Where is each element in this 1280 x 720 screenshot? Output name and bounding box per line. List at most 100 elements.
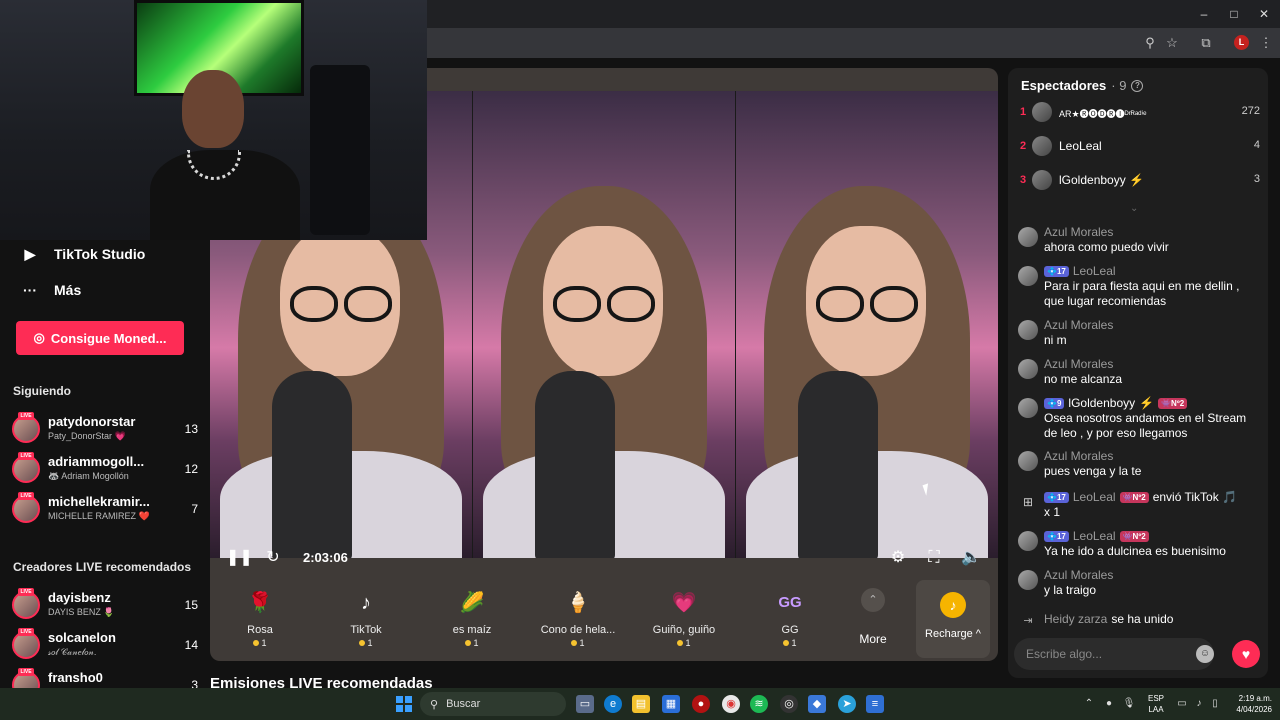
chrome-icon[interactable]: ◉ bbox=[722, 695, 740, 713]
app-icon[interactable]: ◆ bbox=[808, 695, 826, 713]
recharge-button[interactable]: ♪ Recharge ^ bbox=[916, 580, 990, 658]
live-badge: LIVE bbox=[18, 492, 34, 500]
language-indicator[interactable]: ESP LAA bbox=[1148, 693, 1164, 715]
chat-message: Azul Morales ahora como puedo vivir bbox=[1018, 225, 1258, 259]
left-sidebar: ▶ TikTok Studio ··· Más ◎ Consigue Moned… bbox=[0, 240, 210, 688]
join-notice: ⇥ Heidy zarza se ha unido bbox=[1018, 610, 1258, 628]
chat-input-box: ☺ bbox=[1014, 638, 1214, 670]
chevron-down-icon[interactable]: ⌄ bbox=[1130, 203, 1138, 214]
gift-es-maiz[interactable]: 🌽 es maíz 1 bbox=[422, 588, 522, 654]
recommended-account[interactable]: LIVE dayisbenz DAYIS BENZ 🌷 15 bbox=[12, 588, 198, 622]
following-account[interactable]: LIVE michellekramir... MICHELLE RAMIREZ … bbox=[12, 492, 198, 526]
viewer-rank-row[interactable]: 3 lGoldenboyy ⚡ 3 bbox=[1020, 170, 1260, 192]
chat-message: 💠9 lGoldenboyy ⚡ 👾Nº2 Osea nosotros andamos… bbox=[1018, 396, 1258, 444]
avatar bbox=[1032, 102, 1052, 122]
sidebar-item-label: TikTok Studio bbox=[54, 246, 146, 262]
recommended-account[interactable]: LIVE solcanelon 𝓈𝑜𝓁 𝒞𝒶𝓃𝑒𝓁𝑜𝓃. 14 bbox=[12, 628, 198, 662]
live-badge: LIVE bbox=[18, 628, 34, 636]
following-heading: Siguiendo bbox=[13, 384, 71, 398]
app-icon[interactable]: ● bbox=[692, 695, 710, 713]
gift-tiktok[interactable]: ♪ TikTok 1 bbox=[316, 588, 416, 654]
recommended-creators-heading: Creadores LIVE recomendados bbox=[13, 560, 192, 574]
tray-app-icon[interactable]: ● bbox=[1102, 697, 1116, 711]
help-icon[interactable]: ? bbox=[1131, 79, 1144, 92]
chevron-up-icon[interactable]: ⌃ bbox=[1082, 697, 1096, 711]
telegram-icon[interactable]: ➤ bbox=[838, 695, 856, 713]
rose-icon: 🌹 bbox=[247, 592, 273, 614]
gift-rosa[interactable]: 🌹 Rosa 1 bbox=[210, 588, 310, 654]
gift-gg[interactable]: GG GG 1 bbox=[740, 588, 840, 654]
sidebar-item-more[interactable]: ··· Más bbox=[22, 279, 81, 301]
corn-icon: 🌽 bbox=[459, 592, 485, 614]
streamer-webcam-overlay bbox=[0, 0, 427, 240]
live-badge: LIVE bbox=[18, 452, 34, 460]
clock[interactable]: 2:19 a.m. 4/04/2026 bbox=[1228, 693, 1272, 715]
emoji-icon[interactable]: ☺ bbox=[1196, 645, 1214, 663]
tiktok-coin-icon: ♪ bbox=[940, 592, 966, 618]
coin-icon: ◎ bbox=[33, 330, 45, 345]
notepad-icon[interactable]: ≡ bbox=[866, 695, 884, 713]
avatar bbox=[1018, 266, 1038, 286]
volume-icon[interactable]: ♪ bbox=[1192, 697, 1206, 711]
gift-cono-de-helado[interactable]: 🍦 Cono de hela... 1 bbox=[528, 588, 628, 654]
pause-button[interactable]: ❚❚ bbox=[226, 547, 253, 569]
studio-icon: ▶ bbox=[24, 245, 36, 262]
viewer-rank-row[interactable]: 1 AR★🅡🅞🅓🅡🅘ᴰʳᴿᵃᵈⁱᵉ 272 bbox=[1020, 102, 1260, 124]
live-badge: LIVE bbox=[18, 412, 34, 420]
sidebar-item-label: Más bbox=[54, 282, 82, 298]
refresh-button[interactable]: ↻ bbox=[262, 547, 284, 569]
bookmark-star-icon[interactable]: ☆ bbox=[1163, 34, 1181, 52]
close-window-button[interactable]: ✕ bbox=[1254, 4, 1274, 24]
network-icon[interactable]: ▭ bbox=[1175, 697, 1189, 711]
chat-input[interactable] bbox=[1026, 646, 1186, 662]
microphone-icon[interactable]: 🎙 bbox=[1122, 697, 1136, 711]
obs-icon[interactable]: ◎ bbox=[780, 695, 798, 713]
viewer-rank-row[interactable]: 2 LeoLeal 4 bbox=[1020, 136, 1260, 158]
maximize-button[interactable]: □ bbox=[1224, 4, 1244, 24]
get-coins-button[interactable]: ◎ Consigue Moned... bbox=[16, 321, 184, 355]
chat-message: Azul Morales pues venga y la te bbox=[1018, 449, 1258, 483]
following-account[interactable]: LIVE adriammogoll... 🦝 Adriam Mogollón 1… bbox=[12, 452, 198, 486]
sidebar-item-tiktok-studio[interactable]: ▶ TikTok Studio bbox=[22, 243, 146, 265]
minimize-button[interactable]: – bbox=[1194, 4, 1214, 24]
avatar bbox=[1018, 531, 1038, 551]
avatar bbox=[1018, 227, 1038, 247]
recommended-account[interactable]: LIVE fransho0 3 bbox=[12, 668, 198, 688]
player-controls: ❚❚ ↻ 2:03:06 ⚙ ⛶ 🔈 bbox=[210, 538, 998, 578]
avatar bbox=[1032, 136, 1052, 156]
streamer bbox=[150, 70, 300, 240]
taskbar-search[interactable]: ⚲ Buscar bbox=[420, 692, 566, 716]
store-icon[interactable]: ▦ bbox=[662, 695, 680, 713]
ice-cream-icon: 🍦 bbox=[565, 592, 591, 614]
wink-heart-icon: 💗 bbox=[671, 592, 697, 614]
zoom-icon[interactable]: ⚲ bbox=[1141, 34, 1159, 52]
spotify-icon[interactable]: ≋ bbox=[750, 695, 768, 713]
extensions-icon[interactable]: ⧉ bbox=[1197, 34, 1215, 52]
gift-guino-guino[interactable]: 💗 Guiño, guiño 1 bbox=[634, 588, 734, 654]
windows-taskbar: ⚲ Buscar ▭ e ▤ ▦ ● ◉ ≋ ◎ ◆ ➤ ≡ ⌃ ● 🎙 ESP… bbox=[0, 688, 1280, 720]
live-badge: LIVE bbox=[18, 668, 34, 676]
heart-like-button[interactable]: ♥ bbox=[1232, 640, 1260, 668]
avatar bbox=[1018, 398, 1038, 418]
browser-menu-icon[interactable]: ⋮ bbox=[1257, 34, 1275, 52]
fullscreen-icon[interactable]: ⛶ bbox=[923, 547, 945, 569]
avatar bbox=[1018, 320, 1038, 340]
chat-gift-message: ⊞ 💠17 LeoLeal 👾Nº2 envió TikTok 🎵 x 1 bbox=[1018, 490, 1258, 524]
gift-icon: ⊞ bbox=[1022, 495, 1034, 509]
following-account[interactable]: LIVE patydonorstar Paty_DonorStar 💗 13 bbox=[12, 412, 198, 446]
more-gifts-button[interactable]: ⌃ More bbox=[858, 588, 888, 654]
file-explorer-icon[interactable]: ▤ bbox=[632, 695, 650, 713]
chat-message: 💠17 LeoLeal Para ir para fiesta aqui en m… bbox=[1018, 264, 1258, 312]
gift-strip: 🌹 Rosa 1 ♪ TikTok 1 🌽 es maíz 1 🍦 Cono d… bbox=[218, 580, 910, 658]
chat-message: Azul Morales ni m bbox=[1018, 318, 1258, 352]
avatar bbox=[1018, 359, 1038, 379]
gg-icon: GG bbox=[778, 594, 802, 611]
settings-icon[interactable]: ⚙ bbox=[887, 547, 909, 569]
start-button[interactable] bbox=[396, 696, 412, 712]
avatar bbox=[1018, 570, 1038, 590]
profile-avatar[interactable]: L bbox=[1234, 35, 1249, 50]
task-view-icon[interactable]: ▭ bbox=[576, 695, 594, 713]
volume-icon[interactable]: 🔈 bbox=[960, 547, 982, 569]
battery-icon[interactable]: ▯ bbox=[1208, 697, 1222, 711]
edge-icon[interactable]: e bbox=[604, 695, 622, 713]
